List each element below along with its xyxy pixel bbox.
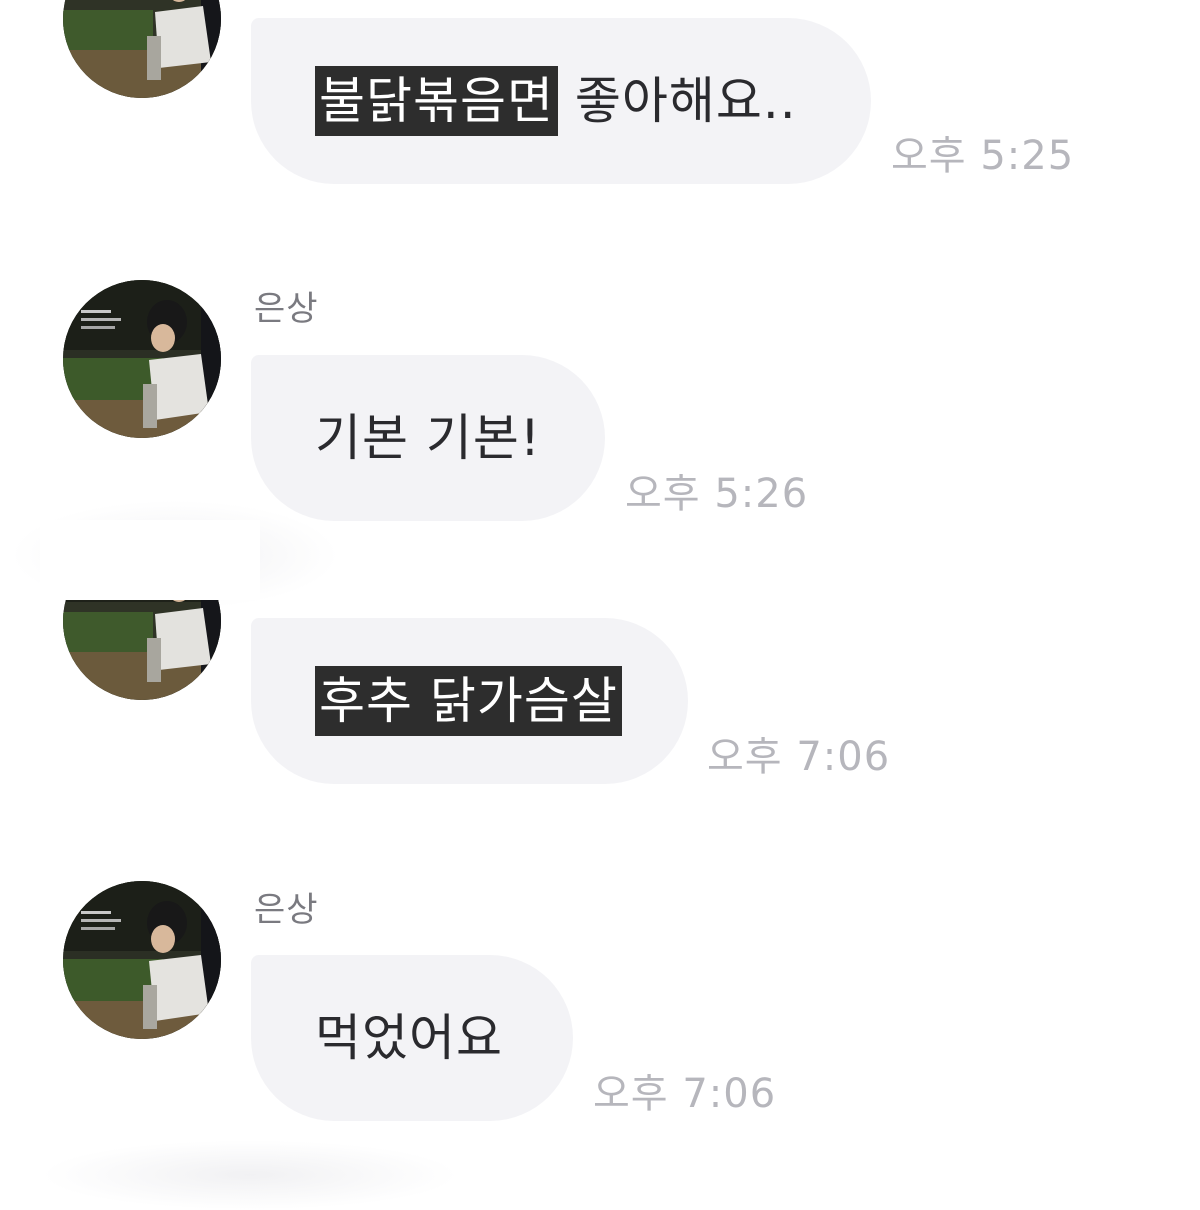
profile-photo-avatar-icon bbox=[63, 881, 221, 1039]
sender-avatar[interactable] bbox=[63, 0, 221, 98]
message-text: 기본 기본! bbox=[315, 408, 541, 467]
message-text: 먹었어요 bbox=[315, 1008, 503, 1067]
sender-name: 은상 bbox=[254, 890, 319, 930]
message-bubble[interactable]: 먹었어요 bbox=[251, 955, 573, 1121]
highlighted-text: 불닭볶음면 bbox=[315, 65, 558, 137]
message-time: 오후 7:06 bbox=[707, 734, 891, 780]
message-bubble[interactable]: 기본 기본! bbox=[251, 355, 605, 521]
profile-photo-avatar-icon bbox=[63, 280, 221, 438]
message-time: 오후 7:06 bbox=[593, 1071, 777, 1117]
message-text: 좋아해요.. bbox=[558, 71, 797, 130]
message-bubble[interactable]: 후추 닭가슴살 bbox=[251, 618, 688, 784]
sender-avatar[interactable] bbox=[63, 881, 221, 1039]
sender-avatar[interactable] bbox=[63, 280, 221, 438]
message-time: 오후 5:26 bbox=[625, 471, 809, 517]
message-time: 오후 5:25 bbox=[891, 133, 1075, 179]
chat-thread: 불닭볶음면 좋아해요.. 오후 5:25 은상 기본 기본! 오후 5:26 후… bbox=[0, 0, 1200, 1210]
crop-mask bbox=[40, 520, 260, 600]
highlighted-text: 후추 닭가슴살 bbox=[315, 665, 622, 737]
profile-photo-avatar-icon bbox=[63, 0, 221, 98]
sender-name: 은상 bbox=[254, 289, 319, 329]
message-bubble[interactable]: 불닭볶음면 좋아해요.. bbox=[251, 18, 871, 184]
